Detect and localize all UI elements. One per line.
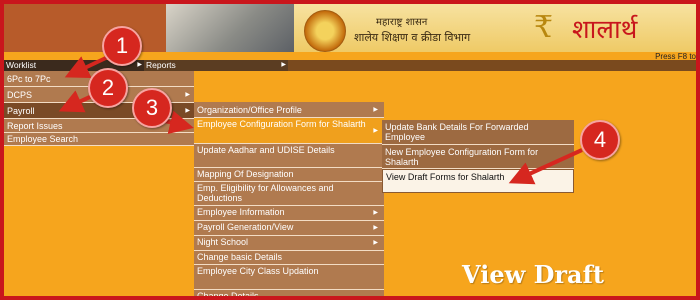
worklist-item-employee-search[interactable]: Employee Search xyxy=(4,133,194,146)
screenshot-frame: महाराष्ट्र शासन शालेय शिक्षण व क्रीडा वि… xyxy=(0,0,700,300)
worklist-item-label: Report Issues xyxy=(7,121,63,131)
payroll-item-label: Payroll Generation/View xyxy=(197,222,294,232)
payroll-item-update-aadhar-udise[interactable]: Update Aadhar and UDISE Details xyxy=(194,144,384,168)
chevron-right-icon: ▶ xyxy=(185,92,190,98)
payroll-item-label: Employee City Class Updation xyxy=(197,266,319,276)
menu-reports-label: Reports xyxy=(146,60,176,70)
config-item-view-draft-forms[interactable]: View Draft Forms for Shalarth xyxy=(382,169,574,193)
payroll-item-organization-profile[interactable]: Organization/Office Profile ▶ xyxy=(194,102,384,118)
chevron-right-icon: ▶ xyxy=(373,127,378,134)
config-item-new-employee-configuration-form[interactable]: New Employee Configuration Form for Shal… xyxy=(382,145,574,169)
step-badge-1: 1 xyxy=(102,26,142,66)
payroll-item-label: Emp. Eligibility for Allowances and Dedu… xyxy=(197,183,334,203)
chevron-right-icon: ▶ xyxy=(373,106,378,113)
chevron-right-icon: ▶ xyxy=(137,62,142,68)
chevron-right-icon: ▶ xyxy=(373,225,378,231)
department-name: शालेय शिक्षण व क्रीडा विभाग xyxy=(354,31,471,44)
worklist-item-label: Employee Search xyxy=(7,134,79,144)
payroll-item-label: Change Details xyxy=(197,291,259,300)
payroll-item-label: Night School xyxy=(197,237,249,247)
payroll-item-employee-information[interactable]: Employee Information ▶ xyxy=(194,206,384,221)
payroll-item-change-details[interactable]: Change Details xyxy=(194,290,384,300)
payroll-item-label: Change basic Details xyxy=(197,252,283,262)
payroll-item-label: Employee Information xyxy=(197,207,285,217)
chevron-right-icon: ▶ xyxy=(373,240,378,246)
chevron-right-icon: ▶ xyxy=(373,210,378,216)
chevron-right-icon: ▶ xyxy=(185,108,190,114)
payroll-item-payroll-generation-view[interactable]: Payroll Generation/View ▶ xyxy=(194,221,384,236)
payroll-item-change-basic-details[interactable]: Change basic Details xyxy=(194,251,384,265)
menu-worklist-label: Worklist xyxy=(6,60,37,70)
payroll-item-label: Update Aadhar and UDISE Details xyxy=(197,145,335,155)
payroll-item-employee-configuration-form[interactable]: Employee Configuration Form for Shalarth… xyxy=(194,118,384,144)
step-badge-4: 4 xyxy=(580,120,620,160)
payroll-item-label: Organization/Office Profile xyxy=(197,105,302,115)
worklist-item-label: DCPS xyxy=(7,90,33,100)
payroll-item-mapping-of-designation[interactable]: Mapping Of Designation xyxy=(194,168,384,182)
caption-view-draft: View Draft xyxy=(462,260,605,289)
config-item-label: New Employee Configuration Form for Shal… xyxy=(385,147,539,167)
government-seal-icon xyxy=(304,10,346,52)
worklist-item-label: Payroll xyxy=(7,106,35,116)
government-name: महाराष्ट्र शासन xyxy=(376,17,428,28)
payroll-item-label: Employee Configuration Form for Shalarth xyxy=(197,119,366,129)
config-item-label: View Draft Forms for Shalarth xyxy=(386,172,505,182)
payroll-item-emp-eligibility[interactable]: Emp. Eligibility for Allowances and Dedu… xyxy=(194,182,384,206)
step-badge-2: 2 xyxy=(88,68,128,108)
config-item-label: Update Bank Details For Forwarded Employ… xyxy=(385,122,529,142)
menu-reports[interactable]: Reports ▶ xyxy=(144,60,288,71)
payroll-item-label: Mapping Of Designation xyxy=(197,169,294,179)
config-item-update-bank-details[interactable]: Update Bank Details For Forwarded Employ… xyxy=(382,120,574,145)
shalarth-logo: शालार्थ xyxy=(572,15,638,45)
rupee-logo-icon: ₹ xyxy=(534,10,554,45)
step-badge-3: 3 xyxy=(132,88,172,128)
worklist-item-label: 6Pc to 7Pc xyxy=(7,74,51,84)
chevron-right-icon: ▶ xyxy=(281,62,286,68)
payroll-item-employee-city-class-updation[interactable]: Employee City Class Updation xyxy=(194,265,384,290)
payroll-item-night-school[interactable]: Night School ▶ xyxy=(194,236,384,251)
header-office-photo xyxy=(166,4,294,56)
